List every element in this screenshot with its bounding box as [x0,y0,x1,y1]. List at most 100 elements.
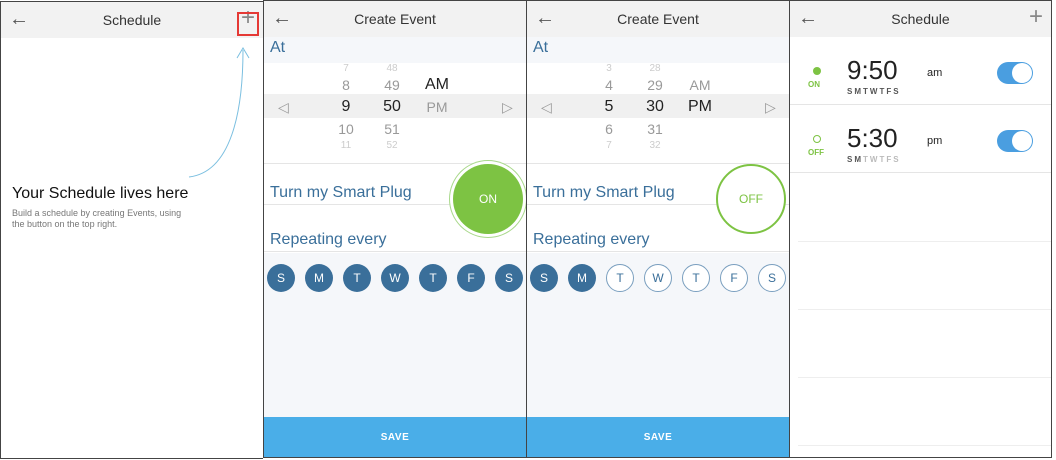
hour-option: 8 [342,77,350,93]
turn-plug-label: Turn my Smart Plug [270,184,412,201]
time-picker[interactable]: ◁ ▷ 3 4 5 6 7 28 29 30 31 32 AM PM [527,63,789,163]
back-arrow-icon[interactable]: ← [798,7,818,29]
nav-title: Create Event [354,11,436,27]
hour-option: 4 [605,77,613,93]
minute-selected: 50 [383,98,401,115]
event-time: 9:50 [847,55,898,85]
repeat-label: Repeating every [533,231,650,248]
time-picker[interactable]: ◁ ▷ 7 8 9 10 11 48 49 50 51 52 AM PM [264,63,526,163]
minute-option: 51 [384,121,400,137]
toggle-knob [1012,131,1032,151]
event-row[interactable]: ON 9:50 am SMTWTFS [790,37,1051,105]
repeat-row: Repeating every [264,206,526,252]
hint-arrow-icon [188,47,250,178]
event-state: ON [808,80,820,89]
minute-selected: 30 [646,98,664,115]
event-ampm: am [927,67,943,79]
minute-column[interactable]: 48 49 50 51 52 [377,63,407,151]
nav-bar: ← Create Event [264,1,526,37]
picker-right-triangle-icon: ▷ [765,99,776,115]
hour-column[interactable]: 3 4 5 6 7 [594,63,624,151]
event-day: M [854,87,864,96]
on-off-state-label: OFF [739,192,763,206]
meridiem-column[interactable]: AM PM [422,74,452,118]
nav-bar: ← Schedule + [790,1,1051,37]
minute-option: 31 [647,121,663,137]
meridiem-selected: AM [425,76,449,93]
nav-title: Create Event [617,11,699,27]
create-event-off-screen: ← Create Event At ◁ ▷ 3 4 5 6 7 28 29 30… [526,0,789,458]
nav-title: Schedule [102,12,162,28]
event-enable-toggle[interactable] [997,130,1033,152]
day-monday-button[interactable]: M [305,264,333,292]
at-label: At [264,37,526,63]
event-days: SMTWTFS [847,155,901,164]
back-arrow-icon[interactable]: ← [272,7,292,29]
minute-option: 28 [649,63,661,74]
event-day: M [854,155,864,164]
day-monday-button[interactable]: M [568,264,596,292]
hour-option: 3 [606,63,612,74]
on-off-state-label: ON [479,192,497,206]
empty-area [527,299,789,419]
day-sunday-button[interactable]: S [267,264,295,292]
save-button[interactable]: SAVE [527,417,789,457]
day-wednesday-button[interactable]: W [644,264,672,292]
picker-right-triangle-icon: ▷ [502,99,513,115]
create-event-on-screen: ← Create Event At ◁ ▷ 7 8 9 10 11 48 49 … [263,0,526,458]
at-label: At [527,37,789,63]
day-sunday-button[interactable]: S [530,264,558,292]
list-divider [798,241,1051,242]
event-ampm: pm [927,135,943,147]
day-tuesday-button[interactable]: T [606,264,634,292]
event-day: S [893,87,901,96]
list-divider [798,309,1051,310]
event-days: SMTWTFS [847,87,901,96]
meridiem-selected: PM [688,98,712,115]
schedule-empty-screen: ← Schedule + Your Schedule lives here Bu… [0,1,263,459]
day-tuesday-button[interactable]: T [343,264,371,292]
day-selector: S M T W T F S [527,253,789,299]
nav-title: Schedule [891,11,950,27]
nav-bar: ← Schedule + [1,2,263,38]
back-arrow-icon[interactable]: ← [9,8,29,30]
minute-option: 32 [649,140,661,151]
day-thursday-button[interactable]: T [419,264,447,292]
toggle-knob [1012,63,1032,83]
day-friday-button[interactable]: F [457,264,485,292]
screens-strip: ← Schedule + Your Schedule lives here Bu… [0,0,1056,460]
back-arrow-icon[interactable]: ← [535,7,555,29]
meridiem-column[interactable]: AM PM [685,74,715,118]
day-wednesday-button[interactable]: W [381,264,409,292]
turn-plug-label: Turn my Smart Plug [533,184,675,201]
day-friday-button[interactable]: F [720,264,748,292]
off-status-dot-icon [813,135,821,143]
minute-option: 52 [386,140,398,151]
hour-option: 7 [343,63,349,74]
hour-selected: 5 [604,98,614,115]
event-enable-toggle[interactable] [997,62,1033,84]
repeat-label: Repeating every [270,231,387,248]
meridiem-option: PM [426,99,448,115]
day-saturday-button[interactable]: S [758,264,786,292]
hour-option: 7 [606,140,612,151]
picker-left-triangle-icon: ◁ [541,99,552,115]
day-saturday-button[interactable]: S [495,264,523,292]
hour-option: 6 [605,121,613,137]
hour-column[interactable]: 7 8 9 10 11 [331,63,361,151]
save-button[interactable]: SAVE [264,417,526,457]
add-event-plus-icon[interactable]: + [1029,4,1043,30]
day-thursday-button[interactable]: T [682,264,710,292]
event-row[interactable]: OFF 5:30 pm SMTWTFS [790,105,1051,173]
schedule-list-screen: ← Schedule + ON 9:50 am SMTWTFS OFF 5:30… [789,0,1052,458]
minute-option: 29 [647,77,663,93]
minute-column[interactable]: 28 29 30 31 32 [640,63,670,151]
hour-option: 10 [338,121,354,137]
meridiem-option: AM [689,77,711,93]
hour-selected: 9 [341,98,351,115]
list-divider [798,445,1051,446]
picker-left-triangle-icon: ◁ [278,99,289,115]
minute-option: 48 [386,63,398,74]
event-day: T [863,87,870,96]
hour-option: 11 [340,140,352,151]
